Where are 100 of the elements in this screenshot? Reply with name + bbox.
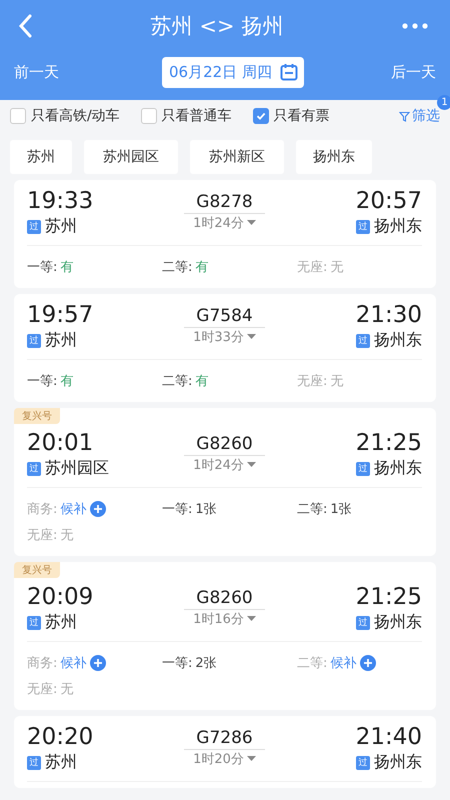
add-icon[interactable] xyxy=(90,501,106,517)
seat-availability: 无 xyxy=(60,527,74,544)
seat-availability: 有 xyxy=(195,373,208,390)
arrival-time: 21:40 xyxy=(356,724,422,750)
station-chip[interactable]: 苏州新区 xyxy=(190,140,284,174)
train-number: G8278 xyxy=(184,192,265,214)
departure-time: 19:57 xyxy=(27,302,94,328)
seat-availability: 无 xyxy=(330,259,344,276)
station-tag: 过 xyxy=(27,616,41,630)
departure-station: 苏州 xyxy=(45,330,77,351)
station-chip[interactable]: 苏州园区 xyxy=(84,140,178,174)
checkbox[interactable] xyxy=(10,108,26,124)
train-number: G7286 xyxy=(184,728,265,750)
caret-icon xyxy=(246,756,256,762)
seat-label: 商务: xyxy=(27,501,58,518)
seat-label: 无座: xyxy=(27,681,58,698)
caret-icon xyxy=(246,220,256,226)
seat-label: 一等: xyxy=(27,259,58,276)
seat-label: 二等: xyxy=(162,373,192,390)
departure-station: 苏州 xyxy=(45,612,77,633)
arrival-time: 21:30 xyxy=(356,302,422,328)
train-card[interactable]: 复兴号 20:01 过 苏州园区 G8260 1时24分 21:25 过 扬州东 商务: 候补 一等: 1张 二等: 1张 无座: 无 xyxy=(14,408,436,556)
seat-availability: 1张 xyxy=(330,501,352,518)
train-card[interactable]: 复兴号 20:09 过 苏州 G8260 1时16分 21:25 过 扬州东 商务: 候补 一等: 2张 二等: 候补 无座: 无 xyxy=(14,562,436,710)
duration-toggle[interactable]: 1时16分 xyxy=(193,610,256,628)
seat-availability: 有 xyxy=(60,373,74,390)
seat-label: 一等: xyxy=(162,501,192,518)
station-tag: 过 xyxy=(356,462,370,476)
checkmark-icon xyxy=(254,110,267,122)
add-icon[interactable] xyxy=(90,655,106,671)
caret-icon xyxy=(246,462,256,468)
train-card[interactable]: 19:57 过 苏州 G7584 1时33分 21:30 过 扬州东 一等: 有 二等: 有 无座: 无 xyxy=(14,294,436,402)
seat-availability: 1张 xyxy=(195,501,217,518)
station-tag: 过 xyxy=(27,462,41,476)
date-picker[interactable]: 06月22日 周四 xyxy=(162,56,304,88)
filter-label[interactable]: 只看普通车 xyxy=(162,107,232,125)
checkbox[interactable] xyxy=(252,108,269,124)
duration-toggle[interactable]: 1时33分 xyxy=(193,328,256,346)
duration-toggle[interactable]: 1时20分 xyxy=(193,750,256,768)
departure-time: 20:20 xyxy=(27,724,94,750)
seat-label: 一等: xyxy=(162,655,192,672)
seat-availability: 候补 xyxy=(60,655,86,672)
back-icon[interactable] xyxy=(18,14,32,38)
arrival-station: 扬州东 xyxy=(374,330,422,351)
train-card[interactable]: 20:20 过 苏州 G7286 1时20分 21:40 过 扬州东 xyxy=(14,716,436,788)
seat-availability: 无 xyxy=(330,373,344,390)
arrival-station: 扬州东 xyxy=(374,752,422,773)
seat-availability: 无 xyxy=(60,681,74,698)
seat-label: 无座: xyxy=(297,373,328,390)
seat-label: 无座: xyxy=(297,259,328,276)
train-card[interactable]: 19:33 过 苏州 G8278 1时24分 20:57 过 扬州东 一等: 有 二等: 有 无座: 无 xyxy=(14,180,436,288)
arrival-station: 扬州东 xyxy=(374,612,422,633)
departure-time: 20:09 xyxy=(27,584,94,610)
count-badge: 1 xyxy=(437,95,450,110)
departure-station: 苏州园区 xyxy=(45,458,109,479)
page-title: 苏州 <> 扬州 xyxy=(150,13,284,40)
seat-availability: 候补 xyxy=(60,501,86,518)
arrival-time: 20:57 xyxy=(356,188,422,214)
caret-icon xyxy=(246,334,256,340)
station-tag: 过 xyxy=(356,616,370,630)
add-icon[interactable] xyxy=(360,655,376,671)
train-type-tag: 复兴号 xyxy=(14,562,60,578)
seat-label: 二等: xyxy=(297,655,328,672)
departure-time: 19:33 xyxy=(27,188,94,214)
seat-label: 一等: xyxy=(27,373,58,390)
filter-label[interactable]: 只看高铁/动车 xyxy=(31,107,120,125)
duration-toggle[interactable]: 1时24分 xyxy=(193,456,256,474)
calendar-icon xyxy=(280,63,298,81)
departure-time: 20:01 xyxy=(27,430,94,456)
arrival-station: 扬州东 xyxy=(374,458,422,479)
station-chip[interactable]: 扬州东 xyxy=(296,140,372,174)
seat-label: 二等: xyxy=(297,501,328,518)
more-icon[interactable] xyxy=(402,23,428,29)
station-tag: 过 xyxy=(356,334,370,348)
filter-label[interactable]: 只看有票 xyxy=(274,107,330,125)
train-number: G7584 xyxy=(184,306,265,328)
departure-station: 苏州 xyxy=(45,752,77,773)
station-tag: 过 xyxy=(27,334,41,348)
train-type-tag: 复兴号 xyxy=(14,408,60,424)
station-tag: 过 xyxy=(27,756,41,770)
seat-availability: 2张 xyxy=(195,655,217,672)
checkbox[interactable] xyxy=(140,108,157,124)
arrival-time: 21:25 xyxy=(356,430,422,456)
seat-label: 二等: xyxy=(162,259,192,276)
duration-toggle[interactable]: 1时24分 xyxy=(193,214,256,232)
arrival-time: 21:25 xyxy=(356,584,422,610)
seat-label: 无座: xyxy=(27,527,58,544)
station-tag: 过 xyxy=(27,220,41,234)
caret-icon xyxy=(246,616,256,622)
arrival-station: 扬州东 xyxy=(374,216,422,237)
train-number: G8260 xyxy=(184,434,265,456)
seat-availability: 有 xyxy=(60,259,74,276)
seat-availability: 候补 xyxy=(330,655,356,672)
seat-availability: 有 xyxy=(195,259,208,276)
funnel-icon xyxy=(399,110,410,122)
station-chip[interactable]: 苏州 xyxy=(10,140,72,174)
station-tag: 过 xyxy=(356,756,370,770)
station-tag: 过 xyxy=(356,220,370,234)
departure-station: 苏州 xyxy=(45,216,77,237)
train-number: G8260 xyxy=(184,588,265,610)
